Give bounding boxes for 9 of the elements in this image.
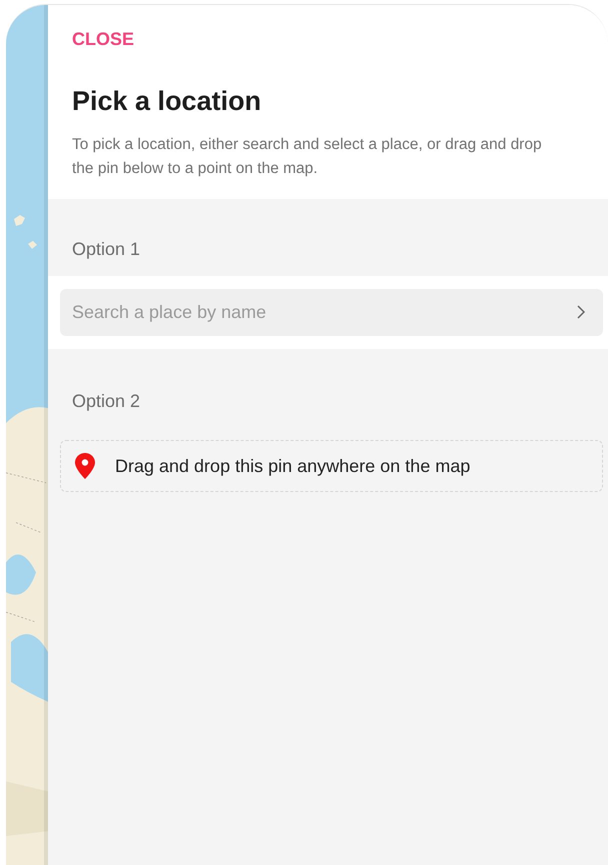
map-pin-icon bbox=[75, 453, 95, 479]
option-label: Option 1 bbox=[71, 238, 142, 261]
search-field[interactable]: Search a place by name bbox=[60, 289, 603, 336]
panel-title: Pick a location bbox=[72, 86, 262, 117]
option-label: Option 2 bbox=[71, 390, 142, 413]
close-button[interactable]: CLOSE bbox=[72, 29, 134, 50]
instructions-text: To pick a location, either search and select a place, or drag and drop the pin below to a point on the map. bbox=[72, 135, 543, 179]
chevron-right-icon bbox=[577, 305, 585, 319]
draggable-pin[interactable]: Drag and drop this pin anywhere on the map bbox=[60, 440, 603, 492]
